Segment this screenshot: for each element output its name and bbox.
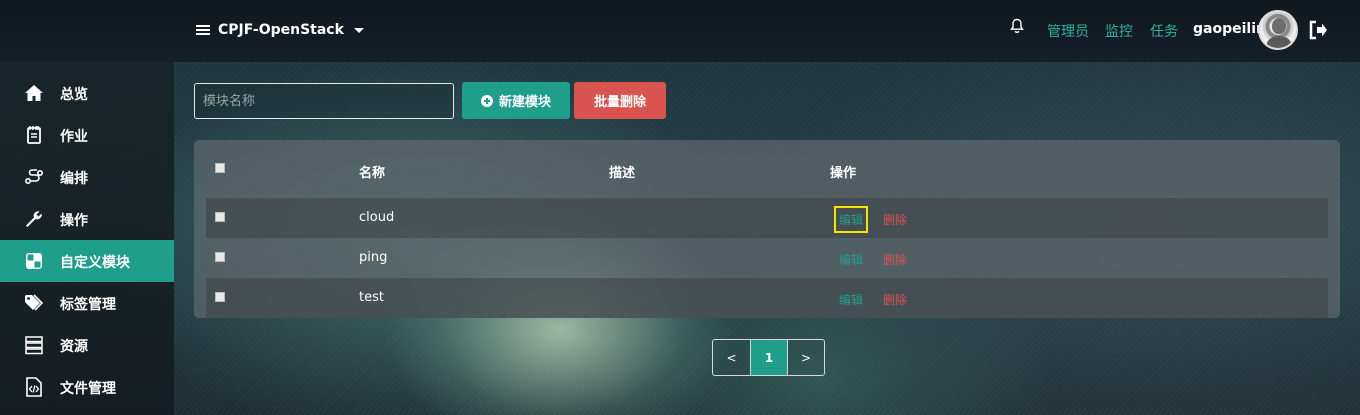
edit-link[interactable]: 编辑 — [833, 206, 869, 233]
sidebar-item-label: 编排 — [60, 171, 88, 187]
chevron-down-icon — [353, 27, 364, 33]
wrench-icon — [26, 211, 42, 227]
new-module-label: 新建模块 — [498, 95, 551, 110]
column-header-name: 名称 — [359, 166, 386, 181]
sidebar: 总览 作业 编排 操作 自定义模块 标签管理 资源 文件管理 — [0, 62, 174, 415]
sidebar-item-label: 总览 — [60, 87, 88, 103]
module-name: ping — [359, 250, 388, 265]
project-switcher[interactable]: CPJF-OpenStack — [196, 20, 364, 40]
row-checkbox[interactable] — [215, 292, 225, 302]
workflow-icon — [24, 169, 44, 185]
server-icon — [25, 336, 43, 355]
prev-page-button[interactable]: < — [713, 340, 750, 375]
sidebar-item-operations[interactable]: 操作 — [0, 198, 174, 240]
delete-link[interactable]: 删除 — [883, 251, 907, 268]
project-name: CPJF-OpenStack — [218, 22, 344, 38]
module-icon — [26, 253, 42, 269]
delete-link[interactable]: 删除 — [883, 291, 907, 308]
sidebar-item-label: 操作 — [60, 213, 88, 229]
table-row: cloud 编辑 删除 — [206, 198, 1328, 238]
pagination: < 1 > — [712, 339, 825, 376]
select-all-checkbox[interactable] — [215, 163, 225, 173]
table-row: test 编辑 删除 — [206, 278, 1328, 318]
column-header-description: 描述 — [609, 166, 636, 181]
row-checkbox[interactable] — [215, 212, 225, 222]
page-1-button[interactable]: 1 — [750, 340, 787, 375]
nav-link-monitor[interactable]: 监控 — [1105, 21, 1133, 41]
search-input[interactable] — [194, 83, 454, 119]
nav-link-admin[interactable]: 管理员 — [1047, 21, 1089, 41]
code-file-icon — [26, 377, 42, 397]
sidebar-item-file-management[interactable]: 文件管理 — [0, 366, 174, 408]
module-name: test — [359, 290, 384, 305]
next-page-button[interactable]: > — [787, 340, 824, 375]
sidebar-item-label: 作业 — [60, 129, 88, 145]
sidebar-item-overview[interactable]: 总览 — [0, 72, 174, 114]
bell-icon[interactable] — [1010, 18, 1024, 34]
plus-circle-icon — [480, 94, 493, 107]
tags-icon — [25, 294, 44, 311]
logout-icon[interactable] — [1308, 20, 1328, 40]
sidebar-item-custom-modules[interactable]: 自定义模块 — [0, 240, 174, 282]
sidebar-item-label: 自定义模块 — [60, 255, 130, 271]
new-module-button[interactable]: 新建模块 — [462, 82, 570, 119]
modules-table: 名称 描述 操作 cloud 编辑 删除 ping 编辑 删除 test 编辑 … — [194, 140, 1340, 318]
edit-link[interactable]: 编辑 — [839, 251, 863, 268]
sidebar-item-jobs[interactable]: 作业 — [0, 114, 174, 156]
sidebar-item-orchestration[interactable]: 编排 — [0, 156, 174, 198]
home-icon — [25, 85, 43, 101]
batch-delete-button[interactable]: 批量删除 — [574, 82, 666, 119]
edit-link[interactable]: 编辑 — [839, 291, 863, 308]
column-header-actions: 操作 — [830, 166, 857, 181]
sidebar-item-label: 标签管理 — [60, 297, 116, 313]
notebook-icon — [27, 126, 41, 144]
sidebar-item-resources[interactable]: 资源 — [0, 324, 174, 366]
sidebar-item-label: 文件管理 — [60, 381, 116, 397]
module-name: cloud — [359, 210, 395, 225]
nav-link-tasks[interactable]: 任务 — [1150, 21, 1178, 41]
username[interactable]: gaopeilin — [1193, 21, 1266, 37]
list-icon — [196, 24, 210, 36]
sidebar-item-label: 资源 — [60, 339, 88, 355]
delete-link[interactable]: 删除 — [883, 211, 907, 228]
sidebar-item-tags[interactable]: 标签管理 — [0, 282, 174, 324]
top-navbar: CPJF-OpenStack 管理员 监控 任务 gaopeilin — [0, 0, 1360, 62]
avatar[interactable] — [1258, 10, 1298, 50]
table-row: ping 编辑 删除 — [206, 238, 1328, 278]
row-checkbox[interactable] — [215, 252, 225, 262]
